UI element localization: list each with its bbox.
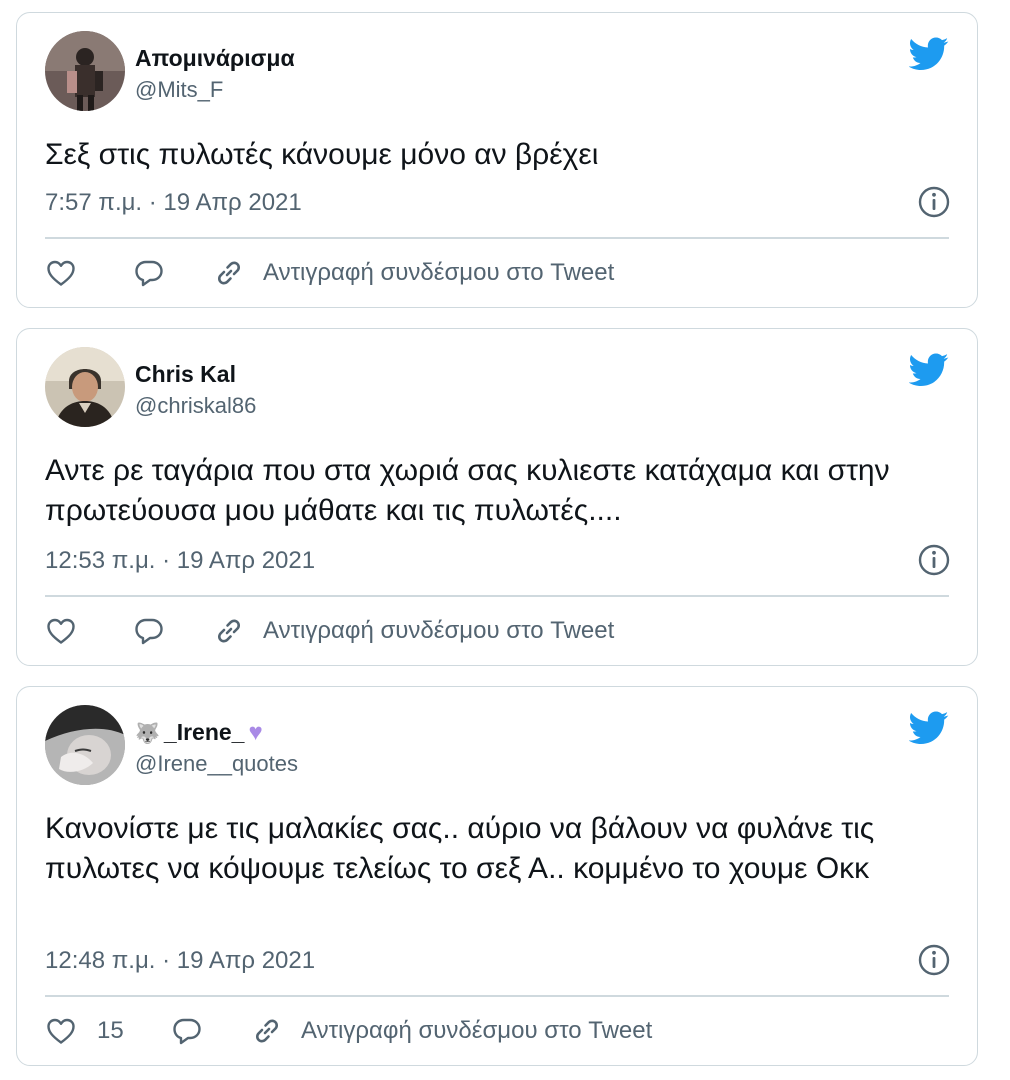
- tweet-actions: 15 Αντιγραφή συνδέσμου στο Tweet: [45, 1011, 949, 1051]
- twitter-bird-icon[interactable]: [909, 711, 949, 745]
- heart-icon[interactable]: [45, 615, 77, 647]
- copy-link-button[interactable]: Αντιγραφή συνδέσμου στο Tweet: [263, 617, 614, 645]
- reply-icon[interactable]: [133, 615, 165, 647]
- user-handle[interactable]: @chriskal86: [135, 393, 256, 419]
- tweet-card[interactable]: Chris Kal @chriskal86 Αντε ρε ταγάρια πο…: [16, 328, 978, 666]
- avatar[interactable]: [45, 347, 125, 427]
- copy-link-button[interactable]: Αντιγραφή συνδέσμου στο Tweet: [301, 1017, 652, 1045]
- divider: [45, 237, 949, 239]
- display-name[interactable]: Chris Kal: [135, 361, 236, 388]
- tweet-timestamp[interactable]: 12:48 π.μ. · 19 Απρ 2021: [45, 947, 315, 975]
- user-handle[interactable]: @Irene__quotes: [135, 751, 298, 777]
- tweet-timestamp[interactable]: 7:57 π.μ. · 19 Απρ 2021: [45, 189, 302, 217]
- like-count: 15: [97, 1017, 124, 1044]
- reply-icon[interactable]: [133, 257, 165, 289]
- tweet-text: Κανονίστε με τις μαλακίες σας.. αύριο να…: [45, 812, 875, 885]
- avatar[interactable]: [45, 31, 125, 111]
- tweet-card[interactable]: 🐺 _Irene_ ♥ @Irene__quotes Κανονίστε με τι…: [16, 686, 978, 1066]
- divider: [45, 995, 949, 997]
- tweet-text: Σεξ στις πυλωτές κάνουμε μόνο αν βρέχει: [45, 138, 599, 171]
- link-icon[interactable]: [251, 1015, 283, 1047]
- copy-link-button[interactable]: Αντιγραφή συνδέσμου στο Tweet: [263, 259, 614, 287]
- heart-icon[interactable]: [45, 1015, 77, 1047]
- tweet-actions: Αντιγραφή συνδέσμου στο Tweet: [45, 611, 949, 651]
- link-icon[interactable]: [213, 615, 245, 647]
- twitter-bird-icon[interactable]: [909, 353, 949, 387]
- tweet-text: Αντε ρε ταγάρια που στα χωριά σας κυλιεσ…: [45, 454, 890, 527]
- display-name-text[interactable]: _Irene_: [164, 719, 245, 745]
- heart-icon[interactable]: [45, 257, 77, 289]
- twitter-bird-icon[interactable]: [909, 37, 949, 71]
- link-icon[interactable]: [213, 257, 245, 289]
- wolf-emoji-icon: 🐺: [135, 723, 160, 745]
- tweet-timestamp[interactable]: 12:53 π.μ. · 19 Απρ 2021: [45, 547, 315, 575]
- divider: [45, 595, 949, 597]
- user-handle[interactable]: @Mits_F: [135, 77, 223, 103]
- info-icon[interactable]: [917, 543, 951, 577]
- display-name[interactable]: Απομινάρισμα: [135, 45, 295, 72]
- reply-icon[interactable]: [171, 1015, 203, 1047]
- info-icon[interactable]: [917, 943, 951, 977]
- purple-heart-emoji-icon: ♥: [248, 719, 263, 746]
- tweet-actions: Αντιγραφή συνδέσμου στο Tweet: [45, 253, 949, 293]
- info-icon[interactable]: [917, 185, 951, 219]
- display-name[interactable]: 🐺 _Irene_ ♥: [135, 719, 263, 747]
- avatar[interactable]: [45, 705, 125, 785]
- tweet-card[interactable]: Απομινάρισμα @Mits_F Σεξ στις πυλωτές κά…: [16, 12, 978, 308]
